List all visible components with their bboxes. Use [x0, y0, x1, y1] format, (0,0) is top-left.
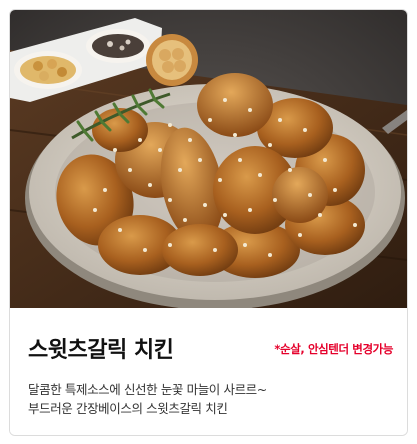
description-line: 달콤한 특제소스에 신선한 눈꽃 마늘이 사르르~: [28, 382, 267, 397]
product-info: 스윗츠갈릭 치킨 *순살, 안심텐더 변경가능 달콤한 특제소스에 신선한 눈꽃…: [10, 308, 407, 435]
product-card[interactable]: 스윗츠갈릭 치킨 *순살, 안심텐더 변경가능 달콤한 특제소스에 신선한 눈꽃…: [9, 9, 408, 436]
product-description: 달콤한 특제소스에 신선한 눈꽃 마늘이 사르르~ 부드러운 간장베이스의 스윗…: [28, 380, 398, 418]
product-photo[interactable]: [10, 10, 407, 308]
product-title: 스윗츠갈릭 치킨: [28, 338, 174, 363]
description-line: 부드러운 간장베이스의 스윗츠갈릭 치킨: [28, 401, 228, 416]
option-note: *순살, 안심텐더 변경가능: [274, 342, 393, 356]
